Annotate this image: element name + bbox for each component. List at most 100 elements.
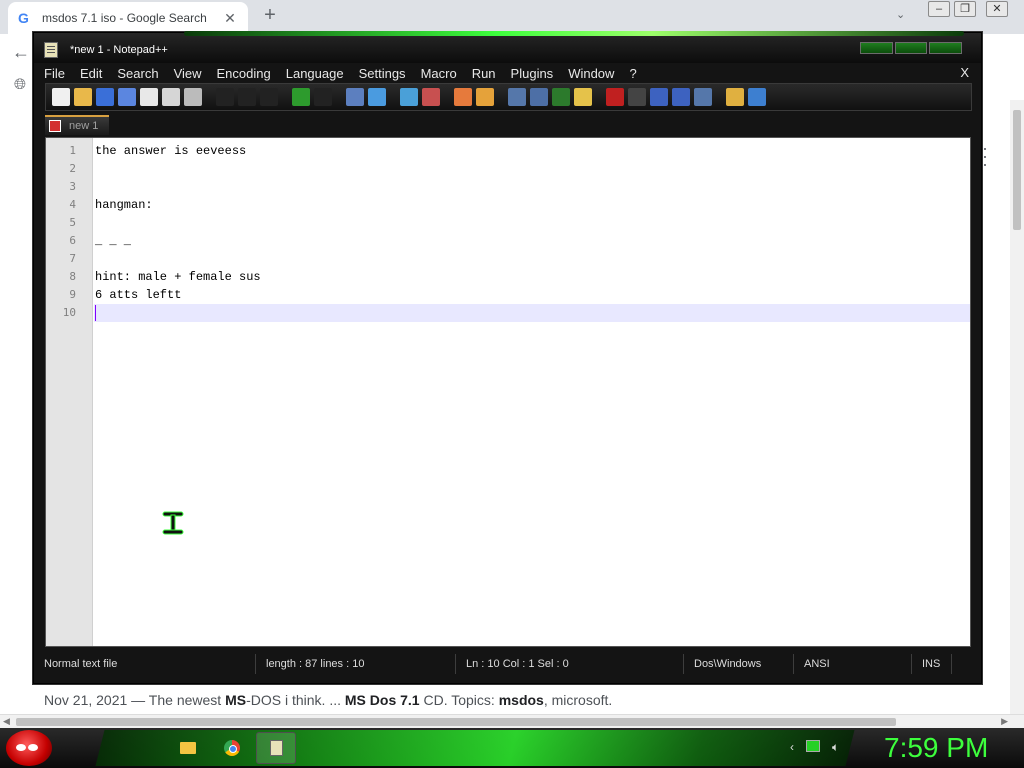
line-number: 7 [69, 252, 76, 265]
close-document-button[interactable]: X [960, 65, 969, 80]
new-file-icon[interactable] [52, 88, 70, 106]
taskbar-app-chrome[interactable] [212, 732, 252, 764]
show-all-chars-icon[interactable] [530, 88, 548, 106]
menu-settings[interactable]: Settings [359, 66, 406, 81]
folder-workspace-icon[interactable] [726, 88, 744, 106]
vertical-scrollbar[interactable] [1010, 100, 1024, 714]
notepad-icon [269, 740, 283, 756]
status-eol[interactable]: Dos\Windows [684, 654, 794, 674]
copy-icon[interactable] [238, 88, 256, 106]
save-icon[interactable] [96, 88, 114, 106]
close-tab-icon[interactable]: ✕ [222, 10, 238, 27]
code-line: hangman: [95, 198, 153, 212]
restore-button[interactable]: ❐ [954, 1, 976, 17]
save-all-icon[interactable] [118, 88, 136, 106]
tab-label: new 1 [69, 120, 99, 132]
line-number: 1 [69, 144, 76, 157]
volume-icon[interactable]: 🔈︎ [832, 740, 839, 755]
taskbar-app-notepadpp[interactable] [256, 732, 296, 764]
find-icon[interactable] [346, 88, 364, 106]
current-line-highlight [94, 304, 970, 322]
menu-window[interactable]: Window [568, 66, 614, 81]
close-file-icon[interactable] [140, 88, 158, 106]
maximize-button[interactable] [894, 42, 928, 54]
sync-horizontal-icon[interactable] [476, 88, 494, 106]
record-macro-icon[interactable] [606, 88, 624, 106]
close-all-icon[interactable] [162, 88, 180, 106]
taskbar: ‹ 🔈︎ 7:59 PM [0, 728, 1024, 768]
paste-icon[interactable] [260, 88, 278, 106]
scroll-right-icon[interactable]: ▶ [1001, 716, 1008, 727]
menu-search[interactable]: Search [117, 66, 158, 81]
play-macro-icon[interactable] [650, 88, 668, 106]
search-result-snippet: Nov 21, 2021 — The newest MS-DOS i think… [44, 692, 613, 708]
npp-titlebar[interactable]: *new 1 - Notepad++ [34, 31, 981, 63]
notepad-icon [44, 42, 58, 58]
menu-file[interactable]: File [44, 66, 65, 81]
minimize-button[interactable] [860, 42, 893, 54]
open-file-icon[interactable] [74, 88, 92, 106]
toolbar-separator [444, 88, 450, 106]
menu-plugins[interactable]: Plugins [511, 66, 554, 81]
site-info-icon[interactable]: 🌐︎ [14, 76, 26, 93]
print-icon[interactable] [184, 88, 202, 106]
minimize-button[interactable]: – [928, 1, 950, 17]
code-line: _ _ _ [95, 234, 132, 248]
zoom-out-icon[interactable] [422, 88, 440, 106]
undo-icon[interactable] [292, 88, 310, 106]
back-arrow-icon[interactable]: ← [12, 42, 30, 63]
redo-icon[interactable] [314, 88, 332, 106]
folder-icon [180, 742, 196, 754]
document-tabbar: new 1 [45, 113, 972, 137]
menu-view[interactable]: View [174, 66, 202, 81]
close-button[interactable] [929, 42, 963, 54]
stop-macro-icon[interactable] [628, 88, 646, 106]
code-line: 6 atts leftt [95, 288, 182, 302]
code-line: the answer is eeveess [95, 144, 247, 158]
toolbar-separator [390, 88, 396, 106]
system-tray: ‹ 🔈︎ [790, 740, 839, 755]
line-number: 10 [62, 306, 76, 319]
menu-help[interactable]: ? [629, 66, 636, 81]
chevron-down-icon[interactable]: ⌄ [896, 8, 905, 21]
scroll-thumb[interactable] [1013, 110, 1021, 230]
browser-tabstrip: G msdos 7.1 iso - Google Search ✕ + ⌄ – … [0, 0, 1024, 34]
start-button[interactable] [6, 730, 52, 766]
zoom-in-icon[interactable] [400, 88, 418, 106]
unsaved-icon [49, 120, 61, 132]
more-options-icon[interactable]: · · · [982, 139, 988, 173]
menu-encoding[interactable]: Encoding [217, 66, 271, 81]
replace-icon[interactable] [368, 88, 386, 106]
tab-new-1[interactable]: new 1 [45, 115, 109, 135]
clock[interactable]: 7:59 PM [884, 732, 988, 764]
network-icon[interactable] [806, 740, 820, 752]
word-wrap-icon[interactable] [508, 88, 526, 106]
language-icon[interactable] [574, 88, 592, 106]
indent-guide-icon[interactable] [552, 88, 570, 106]
code-line: hint: male + female sus [95, 270, 261, 284]
run-macro-multiple-icon[interactable] [672, 88, 690, 106]
status-encoding[interactable]: ANSI [794, 654, 912, 674]
cut-icon[interactable] [216, 88, 234, 106]
text-editor[interactable]: 1 2 3 4 5 6 7 8 9 10 the answer is eevee… [45, 137, 971, 647]
horizontal-scrollbar[interactable]: ◀ ▶ [0, 714, 1024, 728]
menu-language[interactable]: Language [286, 66, 344, 81]
show-hidden-icons-icon[interactable]: ‹ [790, 740, 794, 755]
close-window-button[interactable]: ✕ [986, 1, 1008, 17]
scroll-left-icon[interactable]: ◀ [3, 716, 10, 727]
new-tab-button[interactable]: + [260, 5, 280, 26]
scroll-thumb[interactable] [16, 718, 896, 726]
ibeam-cursor-icon [162, 511, 184, 535]
sync-vertical-icon[interactable] [454, 88, 472, 106]
spell-check-icon[interactable] [748, 88, 766, 106]
menu-run[interactable]: Run [472, 66, 496, 81]
taskbar-app-explorer[interactable] [168, 732, 208, 764]
browser-tab[interactable]: G msdos 7.1 iso - Google Search ✕ [8, 2, 248, 34]
menu-macro[interactable]: Macro [421, 66, 457, 81]
status-insert-mode: INS [912, 654, 952, 674]
menu-edit[interactable]: Edit [80, 66, 102, 81]
save-macro-icon[interactable] [694, 88, 712, 106]
